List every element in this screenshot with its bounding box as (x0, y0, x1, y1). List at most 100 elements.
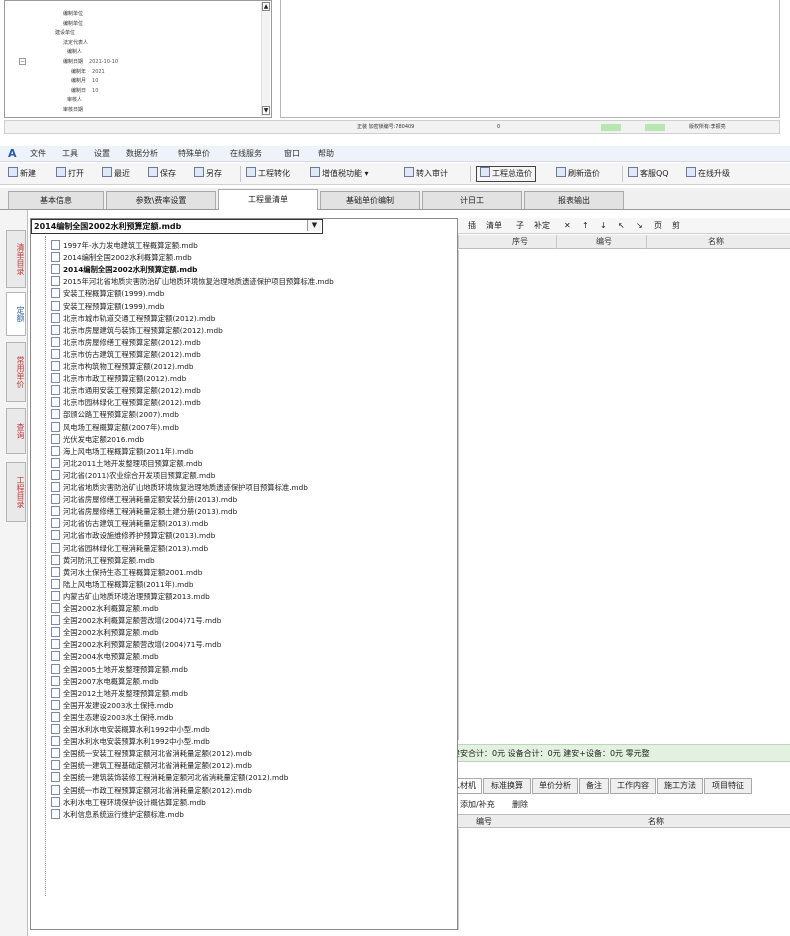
vtab-common-price[interactable]: 常用单价 (6, 342, 26, 402)
quota-file-item[interactable]: 1997年-水力发电建筑工程概算定额.mdb (51, 240, 198, 252)
refresh-cost-button[interactable]: 刷新造价 (556, 166, 600, 182)
quota-file-item[interactable]: 全国2002水利预算定额.mdb (51, 627, 159, 639)
detail-tab-remarks[interactable]: 备注 (579, 778, 609, 794)
transfer-audit-button[interactable]: 转入审计 (404, 166, 448, 182)
delete-tool-button[interactable]: ✕ (564, 219, 571, 233)
save-button[interactable]: 保存 (148, 166, 176, 182)
quota-file-item[interactable]: 北京市房屋修缮工程预算定额(2012).mdb (51, 336, 201, 349)
vtab-quota[interactable]: 定额 (6, 292, 26, 336)
move-left-tool-button[interactable]: ↖ (618, 219, 625, 233)
online-upgrade-button[interactable]: 在线升级 (686, 166, 730, 182)
quota-file-item[interactable]: 陆上风电场工程概算定额(2011年).mdb (51, 578, 194, 591)
detail-tab-construction-method[interactable]: 施工方法 (657, 778, 703, 794)
project-convert-button[interactable]: 工程转化 (246, 166, 290, 182)
menu-data-analysis[interactable]: 数据分析 (126, 148, 158, 160)
move-right-tool-button[interactable]: ↘ (636, 219, 643, 233)
property-value[interactable]: 2021-10-10 (89, 59, 118, 65)
property-row[interactable]: 编制日期 2021-10-10 (63, 57, 118, 67)
quota-file-item[interactable]: 河北省房屋修缮工程消耗量定额安装分册(2013).mdb (51, 494, 237, 506)
vtab-project-catalog[interactable]: 工程目录 (6, 462, 26, 522)
quota-file-item[interactable]: 安装工程预算定额(1999).mdb (51, 300, 164, 313)
quota-file-item[interactable]: 全国2002水利概算定额营改增(2004)71号.mdb (51, 615, 221, 627)
quota-file-item[interactable]: 河北省园林绿化工程消耗量定额(2013).mdb (51, 542, 208, 555)
menu-tools[interactable]: 工具 (62, 148, 78, 160)
add-supplement-button[interactable]: 添加/补充 (460, 798, 495, 812)
quota-file-item[interactable]: 水利信息系统运行维护定额标准.mdb (51, 808, 184, 821)
quota-file-item[interactable]: 全国2012土地开发整理预算定额.mdb (51, 687, 188, 700)
property-scrollbar[interactable]: ▲ ▼ (261, 2, 270, 116)
tab-base-unit-price[interactable]: 基础单价编制 (320, 191, 420, 209)
support-qq-button[interactable]: 客服QQ (628, 166, 669, 182)
quota-file-item[interactable]: 2014编制全国2002水利概算定额.mdb (51, 252, 192, 264)
scroll-down-button[interactable]: ▼ (262, 106, 270, 115)
property-row[interactable]: 编制月 10 (71, 76, 98, 86)
property-row[interactable]: 审核日期 (63, 105, 89, 115)
quota-file-item[interactable]: 北京市城市轨道交通工程预算定额(2012).mdb (51, 312, 215, 325)
quota-file-item[interactable]: 光伏发电定额2016.mdb (51, 433, 144, 446)
vtab-bill-catalog[interactable]: 清单目录 (6, 230, 26, 288)
property-row[interactable]: 建设单位 (55, 28, 81, 38)
chevron-down-icon[interactable]: ▼ (307, 220, 321, 231)
property-row[interactable]: 审核人 (67, 95, 88, 105)
property-row[interactable]: 编制单位 (63, 19, 89, 29)
menu-file[interactable]: 文件 (30, 148, 46, 160)
quota-file-item[interactable]: 全国2004水电预算定额.mdb (51, 651, 159, 663)
sub-tool-button[interactable]: 子 (516, 219, 524, 233)
quota-file-item[interactable]: 北京市构筑物工程预算定额(2012).mdb (51, 361, 194, 373)
quota-file-item[interactable]: 风电场工程概算定额(2007年).mdb (51, 421, 179, 434)
new-button[interactable]: 新建 (8, 166, 36, 182)
quota-file-item[interactable]: 河北省仿古建筑工程消耗量定额(2013).mdb (51, 518, 208, 530)
delete-button[interactable]: 删除 (512, 798, 528, 812)
menu-help[interactable]: 帮助 (318, 148, 334, 160)
quota-file-item[interactable]: 北京市通用安装工程预算定额(2012).mdb (51, 385, 201, 397)
quota-file-item[interactable]: 河北省房屋修缮工程消耗量定额土建分册(2013).mdb (51, 506, 237, 518)
cut-tool-button[interactable]: 剪 (672, 219, 680, 233)
tab-report-output[interactable]: 报表输出 (524, 191, 624, 209)
quota-file-item[interactable]: 2014编制全国2002水利预算定额.mdb (51, 264, 197, 276)
menu-special-price[interactable]: 特殊单价 (178, 148, 210, 160)
quota-file-item[interactable]: 全国水利水电安装概算水利1992中小型.mdb (51, 724, 210, 736)
quota-file-item[interactable]: 河北省地质灾害防治矿山地质环境恢复治理地质遗迹保护项目预算标准.mdb (51, 482, 308, 494)
quota-file-item[interactable]: 海上风电场工程概算定额(2011年).mdb (51, 445, 194, 458)
quota-file-item[interactable]: 黄河水土保持生态工程概算定额2001.mdb (51, 566, 202, 579)
quota-file-item[interactable]: 全国统一安装工程预算定额河北省消耗量定额(2012).mdb (51, 748, 252, 760)
quota-file-item[interactable]: 全国2007水电概算定额.mdb (51, 675, 159, 688)
quota-file-item[interactable]: 全国开发建设2003水土保持.mdb (51, 699, 173, 712)
quota-file-item[interactable]: 安装工程概算定额(1999).mdb (51, 288, 164, 300)
move-down-tool-button[interactable]: ↓ (600, 219, 607, 233)
vtab-query[interactable]: 查询 (6, 408, 26, 454)
tab-basic-info[interactable]: 基本信息 (8, 191, 104, 209)
open-button[interactable]: 打开 (56, 166, 84, 182)
quota-file-item[interactable]: 黄河防汛工程预算定额.mdb (51, 554, 155, 567)
quota-file-item[interactable]: 河北省(2011)农业综合开发项目预算定额.mdb (51, 469, 215, 482)
quota-file-item[interactable]: 全国2002水利预算定额营改增(2004)71号.mdb (51, 639, 221, 651)
grid-body[interactable] (458, 250, 790, 740)
property-row[interactable]: 编制人 (67, 47, 88, 57)
quota-file-item[interactable]: 河北省市政设施维修养护预算定额(2013).mdb (51, 530, 215, 542)
quota-file-item[interactable]: 全国统一建筑工程基础定额河北省消耗量定额(2012).mdb (51, 760, 252, 772)
tab-parameter-settings[interactable]: 参数\费率设置 (106, 191, 216, 209)
quota-file-item[interactable]: 北京市市政工程预算定额(2012).mdb (51, 373, 186, 385)
quota-file-item[interactable]: 全国统一市政工程预算定额河北省消耗量定额(2012).mdb (51, 784, 252, 797)
quota-file-item[interactable]: 河北2011土地开发整理项目预算定额.mdb (51, 457, 202, 470)
bill-tool-button[interactable]: 清单 (486, 219, 502, 233)
menu-online-service[interactable]: 在线服务 (230, 148, 262, 160)
vat-function-button[interactable]: 增值税功能 ▾ (310, 166, 369, 182)
property-value[interactable]: 10 (92, 78, 98, 84)
quota-file-item[interactable]: 北京市仿古建筑工程预算定额(2012).mdb (51, 348, 201, 361)
quota-file-item[interactable]: 部颁公路工程预算定额(2007).mdb (51, 409, 179, 421)
total-cost-button[interactable]: 工程总造价 (476, 166, 536, 182)
quota-file-combobox[interactable]: 2014编制全国2002水利预算定额.mdb (31, 219, 323, 234)
property-value[interactable]: 10 (92, 88, 98, 94)
collapse-icon[interactable]: − (19, 58, 26, 65)
quota-file-item[interactable]: 全国生态建设2003水土保持.mdb (51, 711, 173, 724)
menu-settings[interactable]: 设置 (94, 148, 110, 160)
property-row[interactable]: 编制日 10 (71, 86, 98, 96)
quota-file-item[interactable]: 全国水利水电安装预算水利1992中小型.mdb (51, 736, 210, 748)
quota-file-item[interactable]: 全国2002水利概算定额.mdb (51, 603, 159, 615)
property-row[interactable]: 法定代表人 (63, 38, 94, 48)
tab-daywork[interactable]: 计日工 (422, 191, 522, 209)
recent-button[interactable]: 最近 (102, 166, 130, 182)
move-up-tool-button[interactable]: ↑ (582, 219, 589, 233)
property-value[interactable]: 2021 (92, 69, 105, 75)
